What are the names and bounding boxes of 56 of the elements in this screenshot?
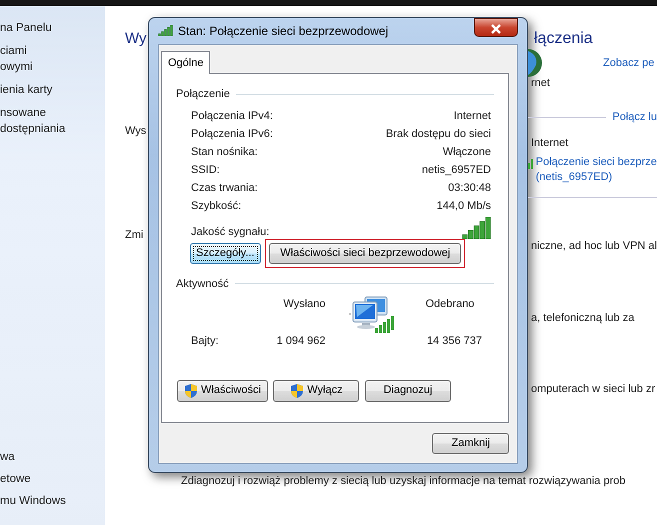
- field-label: Bajty:: [191, 334, 220, 349]
- field-label: Czas trwania:: [191, 180, 258, 196]
- field-label: Połączenia IPv6:: [191, 126, 273, 142]
- field-value: 14 356 737: [426, 334, 483, 349]
- dialog-button[interactable]: Właściwości: [177, 380, 268, 402]
- shield-icon: [290, 382, 304, 398]
- field-label: Połączenia IPv4:: [191, 108, 273, 124]
- section-label: Wys: [124, 124, 148, 139]
- sidebar-link[interactable]: nsowane dostępniania: [0, 105, 105, 137]
- dialog-button[interactable]: Wyłącz: [273, 380, 360, 402]
- globe-icon: [528, 49, 542, 77]
- page-heading: łączenia: [533, 29, 594, 49]
- field-value: 144,0 Mb/s: [436, 198, 491, 214]
- field-label: Odebrano: [424, 297, 476, 312]
- field-value: Włączone: [442, 144, 491, 160]
- group-label: Aktywność: [176, 276, 229, 292]
- network-computers-drawing: [348, 296, 394, 333]
- sidebar-link[interactable]: ienia karty: [0, 82, 105, 98]
- sidebar-link[interactable]: etowe: [0, 471, 105, 487]
- network-link[interactable]: Połączenie sieci bezprze (netis_6957ED): [536, 155, 657, 185]
- shield-icon: [184, 382, 198, 398]
- body-text: rnet: [530, 76, 551, 90]
- body-text: Zdiagnozuj i rozwiąż problemy z siecią lub uzyskaj informacje na temat rozwiązywania prob: [180, 474, 626, 489]
- body-text: niczne, ad hoc lub VPN al: [530, 239, 657, 254]
- signal-bars-icon: [462, 216, 491, 238]
- close-button[interactable]: [474, 18, 518, 37]
- tab[interactable]: Ogólne: [161, 50, 210, 74]
- body-text: a, telefoniczną lub za: [530, 310, 636, 326]
- field-label: Jakość sygnału:: [191, 224, 270, 240]
- dialog-button[interactable]: Szczegóły...: [190, 242, 260, 264]
- signal-bars-icon: [158, 25, 173, 36]
- link[interactable]: Połącz lu: [612, 109, 657, 126]
- field-label: Wysłano: [282, 297, 326, 312]
- dialog-button[interactable]: Właściwości sieci bezprzewodowej: [269, 242, 462, 264]
- field-value: 1 094 962: [276, 334, 326, 349]
- close-icon: [491, 24, 501, 34]
- section-label: Zmi: [124, 228, 144, 242]
- field-label: SSID:: [191, 162, 220, 178]
- window-title: Stan: Połączenie sieci bezprzewodowej: [178, 22, 388, 40]
- sidebar-link[interactable]: wa: [0, 449, 105, 465]
- link[interactable]: Zobacz pe: [528, 55, 657, 72]
- sidebar-link[interactable]: na Panelu: [0, 20, 105, 36]
- field-value: netis_6957ED: [422, 162, 491, 178]
- group-label: Połączenie: [176, 87, 230, 102]
- page-heading: Wy: [124, 29, 148, 49]
- sidebar-link[interactable]: mu Windows: [0, 493, 105, 509]
- close-dialog-button[interactable]: Zamknij: [432, 433, 509, 454]
- body-text: Internet: [530, 136, 570, 150]
- field-value: Internet: [454, 108, 491, 124]
- field-label: Szybkość:: [191, 198, 242, 214]
- body-text: omputerach w sieci lub zr: [530, 382, 656, 397]
- dialog-button[interactable]: Diagnozuj: [364, 380, 451, 402]
- sidebar-link[interactable]: ciami owymi: [0, 43, 105, 75]
- field-value: Brak dostępu do sieci: [386, 126, 491, 142]
- field-label: Stan nośnika:: [191, 144, 258, 160]
- field-value: 03:30:48: [448, 180, 491, 196]
